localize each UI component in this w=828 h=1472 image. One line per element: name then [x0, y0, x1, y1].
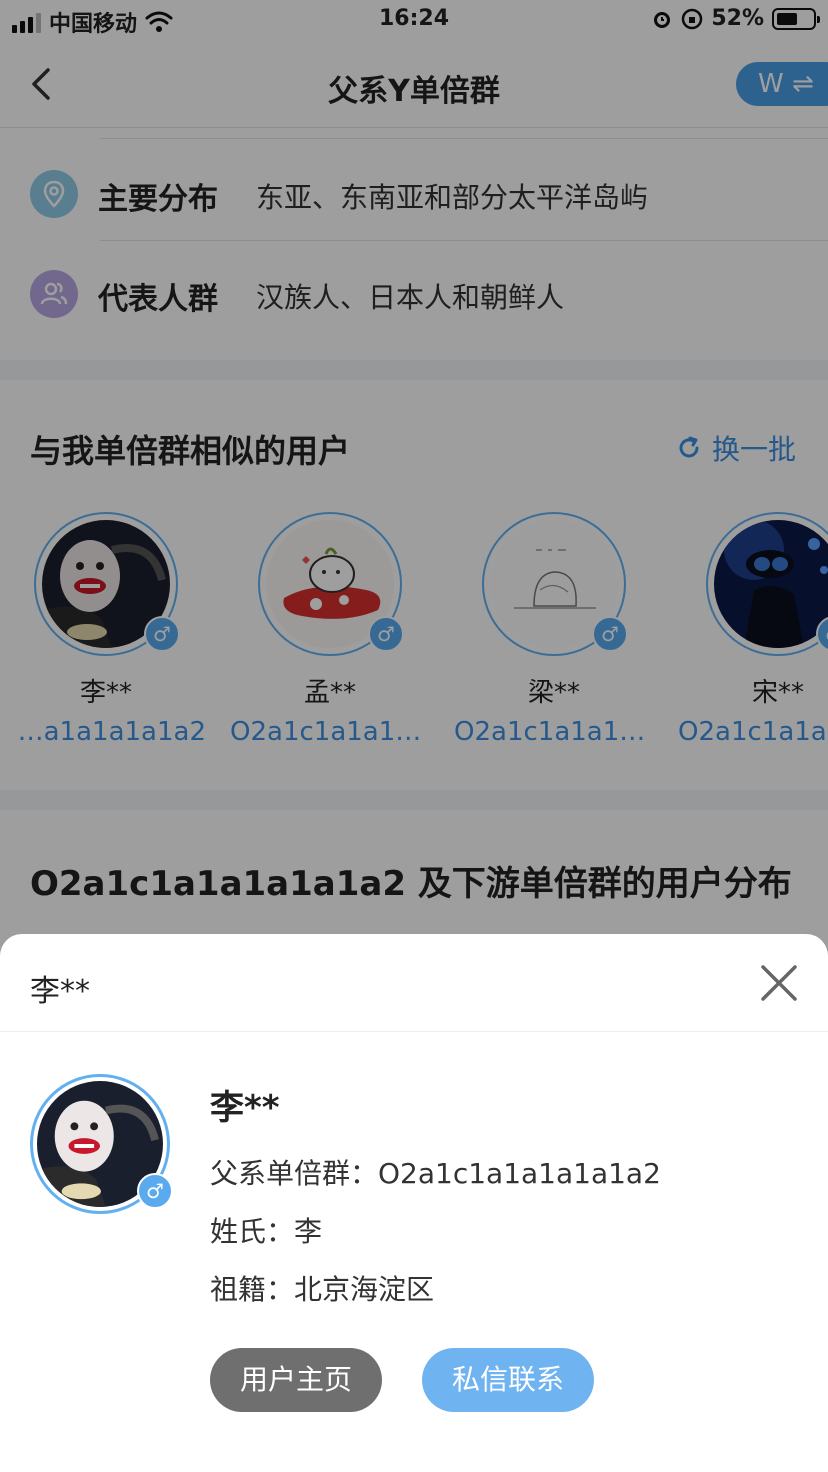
private-message-button[interactable]: 私信联系 [422, 1348, 594, 1412]
sheet-title: 李** [30, 974, 90, 1009]
sheet-header: 李** [0, 934, 828, 1032]
male-icon: ♂ [137, 1173, 173, 1209]
user-homepage-button[interactable]: 用户主页 [210, 1348, 382, 1412]
detail-name: 李** [210, 1088, 280, 1128]
detail-origin: 祖籍：北京海淀区 [210, 1273, 435, 1306]
detail-haplogroup: 父系单倍群：O2a1c1a1a1a1a1a2 [210, 1157, 661, 1190]
detail-surname: 姓氏：李 [210, 1215, 323, 1248]
close-icon [761, 965, 797, 1001]
avatar: ♂ [30, 1074, 173, 1214]
close-button[interactable] [760, 964, 798, 1002]
user-detail-sheet: 李** ♂ 李** 父系单倍群：O2a1c1a1a1a1a1a2 姓氏：李 祖籍… [0, 934, 828, 1472]
